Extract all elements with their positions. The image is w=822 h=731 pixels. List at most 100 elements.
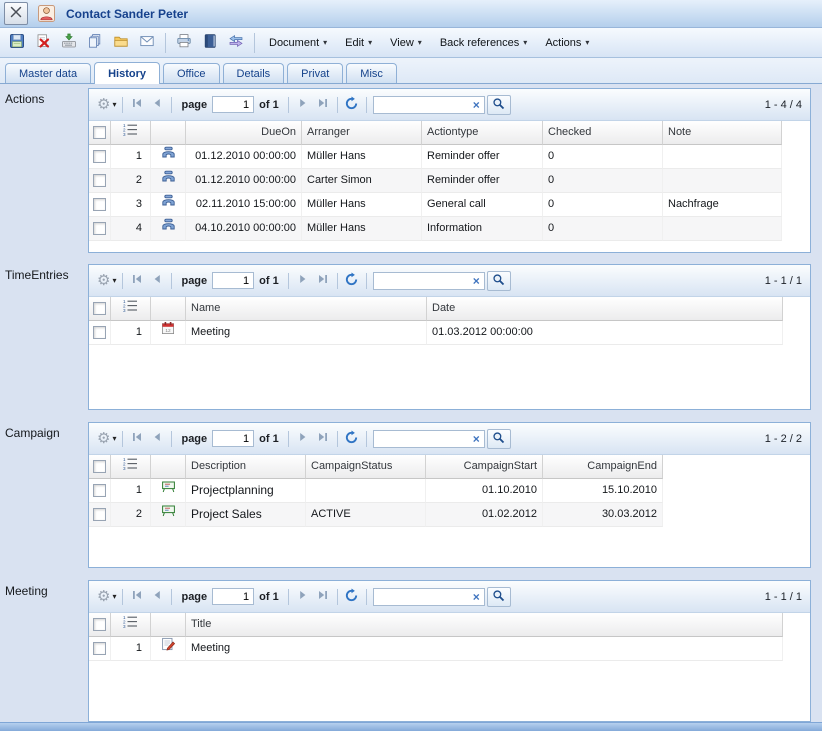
menu-actions[interactable]: Actions▾ (536, 34, 598, 52)
search-button[interactable] (487, 587, 511, 607)
next-page-button[interactable] (293, 95, 313, 115)
row-checkbox[interactable] (93, 222, 106, 235)
tab-privat[interactable]: Privat (287, 63, 343, 83)
table-row[interactable]: 101.12.2010 00:00:00Müller HansReminder … (89, 145, 810, 169)
row-number: 1 (111, 637, 151, 661)
tab-office[interactable]: Office (163, 63, 220, 83)
table-row[interactable]: 2Project SalesACTIVE01.02.201230.03.2012 (89, 503, 810, 527)
delete-button[interactable] (30, 31, 56, 55)
refresh-button[interactable] (342, 587, 362, 607)
copy-button[interactable] (82, 31, 108, 55)
first-page-button[interactable] (127, 271, 147, 291)
close-button[interactable] (4, 2, 28, 25)
table-row[interactable]: 302.11.2010 15:00:00Müller HansGeneral c… (89, 193, 810, 217)
select-all-checkbox[interactable] (93, 126, 106, 139)
search-input[interactable] (374, 590, 471, 604)
checkbox-column-header[interactable] (89, 455, 111, 479)
folder-button[interactable] (108, 31, 134, 55)
row-checkbox[interactable] (93, 642, 106, 655)
last-page-button[interactable] (313, 429, 333, 449)
column-header-arranger[interactable]: Arranger (302, 121, 422, 145)
column-header-campaignstart[interactable]: CampaignStart (426, 455, 543, 479)
next-page-button[interactable] (293, 587, 313, 607)
menu-back-references[interactable]: Back references▾ (431, 34, 537, 52)
tab-history[interactable]: History (94, 62, 160, 84)
prev-page-button[interactable] (147, 429, 167, 449)
journal-button[interactable] (197, 31, 223, 55)
save-button[interactable] (4, 31, 30, 55)
search-button[interactable] (487, 95, 511, 115)
column-header-date[interactable]: Date (427, 297, 783, 321)
row-checkbox[interactable] (93, 150, 106, 163)
table-row[interactable]: 201.12.2010 00:00:00Carter SimonReminder… (89, 169, 810, 193)
prev-page-button[interactable] (147, 587, 167, 607)
grid-settings-button[interactable]: ⚙▾ (95, 97, 118, 112)
tab-details[interactable]: Details (223, 63, 285, 83)
clear-search-icon[interactable]: × (471, 98, 484, 112)
row-checkbox[interactable] (93, 174, 106, 187)
transfer-button[interactable] (223, 31, 249, 55)
page-input[interactable] (212, 272, 254, 289)
last-page-button[interactable] (313, 587, 333, 607)
select-all-checkbox[interactable] (93, 302, 106, 315)
clear-search-icon[interactable]: × (471, 590, 484, 604)
menu-view[interactable]: View▾ (381, 34, 431, 52)
toolbar-separator (165, 33, 166, 53)
column-header-checked[interactable]: Checked (543, 121, 663, 145)
column-header-dueon[interactable]: DueOn (186, 121, 302, 145)
grid-settings-button[interactable]: ⚙▾ (95, 589, 118, 604)
row-checkbox[interactable] (93, 484, 106, 497)
mail-button[interactable] (134, 31, 160, 55)
column-header-title[interactable]: Title (186, 613, 783, 637)
first-page-button[interactable] (127, 429, 147, 449)
grid-settings-button[interactable]: ⚙▾ (95, 273, 118, 288)
column-header-description[interactable]: Description (186, 455, 306, 479)
tab-master-data[interactable]: Master data (5, 63, 91, 83)
page-input[interactable] (212, 430, 254, 447)
menu-edit[interactable]: Edit▾ (336, 34, 381, 52)
import-button[interactable] (56, 31, 82, 55)
column-header-actiontype[interactable]: Actiontype (422, 121, 543, 145)
column-header-campaignend[interactable]: CampaignEnd (543, 455, 663, 479)
table-row[interactable]: 112Meeting01.03.2012 00:00:00 (89, 321, 810, 345)
refresh-button[interactable] (342, 271, 362, 291)
clear-search-icon[interactable]: × (471, 274, 484, 288)
checkbox-column-header[interactable] (89, 613, 111, 637)
table-row[interactable]: 404.10.2010 00:00:00Müller HansInformati… (89, 217, 810, 241)
select-all-checkbox[interactable] (93, 618, 106, 631)
next-page-button[interactable] (293, 429, 313, 449)
table-row[interactable]: 1Meeting (89, 637, 810, 661)
menu-document[interactable]: Document▾ (260, 34, 336, 52)
first-page-button[interactable] (127, 95, 147, 115)
print-button[interactable] (171, 31, 197, 55)
tab-misc[interactable]: Misc (346, 63, 397, 83)
checkbox-column-header[interactable] (89, 297, 111, 321)
row-checkbox[interactable] (93, 508, 106, 521)
search-button[interactable] (487, 429, 511, 449)
grid-settings-button[interactable]: ⚙▾ (95, 431, 118, 446)
search-box: × (373, 588, 485, 606)
next-page-button[interactable] (293, 271, 313, 291)
search-input[interactable] (374, 98, 471, 112)
row-checkbox[interactable] (93, 198, 106, 211)
refresh-button[interactable] (342, 95, 362, 115)
refresh-button[interactable] (342, 429, 362, 449)
table-row[interactable]: 1Projectplanning01.10.201015.10.2010 (89, 479, 810, 503)
column-header-note[interactable]: Note (663, 121, 782, 145)
column-header-name[interactable]: Name (186, 297, 427, 321)
row-checkbox[interactable] (93, 326, 106, 339)
prev-page-button[interactable] (147, 95, 167, 115)
page-input[interactable] (212, 96, 254, 113)
search-button[interactable] (487, 271, 511, 291)
select-all-checkbox[interactable] (93, 460, 106, 473)
first-page-button[interactable] (127, 587, 147, 607)
checkbox-column-header[interactable] (89, 121, 111, 145)
column-header-campaignstatus[interactable]: CampaignStatus (306, 455, 426, 479)
search-input[interactable] (374, 274, 471, 288)
page-input[interactable] (212, 588, 254, 605)
clear-search-icon[interactable]: × (471, 432, 484, 446)
last-page-button[interactable] (313, 271, 333, 291)
prev-page-button[interactable] (147, 271, 167, 291)
last-page-button[interactable] (313, 95, 333, 115)
search-input[interactable] (374, 432, 471, 446)
